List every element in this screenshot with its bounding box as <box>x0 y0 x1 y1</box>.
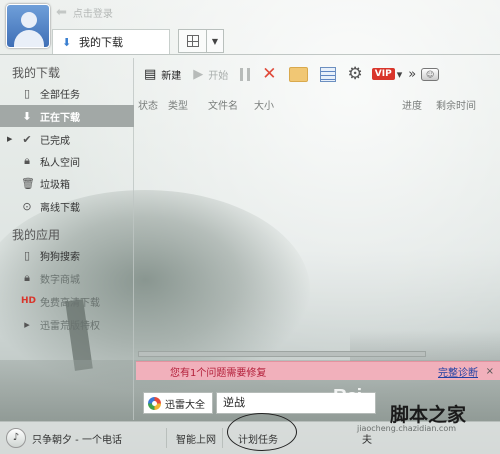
xunlei-all-label: 迅雷大全 <box>165 399 205 411</box>
header-divider <box>0 54 500 55</box>
view-switcher[interactable]: ▼ <box>178 29 224 53</box>
pause-button[interactable] <box>234 62 256 86</box>
download-tab-icon: ⬇ <box>62 35 72 49</box>
sidebar-item-label: 已完成 <box>40 135 70 147</box>
repair-notice-bar: 您有1个问题需要修复 完整诊断 × <box>136 361 500 380</box>
sidebar-item-downloading[interactable]: ⬇ 正在下载 <box>0 105 134 127</box>
full-diagnosis-link[interactable]: 完整诊断 <box>438 364 478 379</box>
sidebar-item-offline-download[interactable]: ⊙ 离线下载 <box>0 195 134 217</box>
back-arrow-icon[interactable]: ⬅ <box>56 5 67 20</box>
double-chevron-right-icon: » <box>408 66 417 82</box>
delete-button[interactable]: ✕ <box>256 62 282 86</box>
smart-internet-button[interactable]: 智能上网 <box>176 431 216 446</box>
settings-button[interactable]: ⚙ <box>342 62 369 86</box>
check-icon: ✔ <box>22 132 32 146</box>
xunlei-logo-icon <box>148 396 161 410</box>
site-url-watermark: jiaocheng.chazidian.com <box>357 424 457 433</box>
sidebar-item-trash[interactable]: 🗑︎ 垃圾箱 <box>0 172 134 194</box>
tab-my-downloads[interactable]: ⬇ 我的下载 <box>52 29 170 54</box>
sidebar-item-label: 私人空间 <box>40 157 80 169</box>
play-icon: ▸ <box>24 317 30 331</box>
offline-download-icon: ⊙ <box>22 199 32 213</box>
column-header-status[interactable]: 状态 <box>138 97 158 112</box>
dropdown-triangle-icon: ▼ <box>211 36 219 46</box>
xunlei-all-button[interactable]: 迅雷大全 <box>143 392 213 414</box>
login-row[interactable]: ⬅ 点击登录 <box>56 5 113 20</box>
sidebar-item-free-hd-download[interactable]: HD 免费高清下载 <box>0 290 134 312</box>
expand-triangle-icon[interactable]: ▶ <box>7 135 12 143</box>
hd-icon: HD <box>21 296 37 306</box>
notice-message: 您有1个问题需要修复 <box>170 367 267 379</box>
status-divider <box>222 428 223 448</box>
sidebar-heading-my-downloads: 我的下载 <box>12 66 61 80</box>
pause-icon <box>240 67 251 81</box>
sidebar-item-label: 全部任务 <box>40 89 80 101</box>
sidebar-item-label: 垃圾箱 <box>40 179 70 191</box>
trash-icon: 🗑︎ <box>21 176 35 190</box>
sidebar-item-dog-search[interactable]: ▯ 狗狗搜索 <box>0 244 134 266</box>
status-divider <box>166 428 167 448</box>
status-more-text: 夫 <box>362 435 372 446</box>
list-icon <box>319 66 336 82</box>
tab-label: 我的下载 <box>79 36 123 49</box>
baidu-watermark: Bai <box>333 386 362 408</box>
column-header-remaining-time[interactable]: 剩余时间 <box>436 97 476 112</box>
music-player-icon[interactable]: ♪ <box>6 428 26 448</box>
chevron-down-icon[interactable]: ▾ <box>397 68 403 81</box>
avatar-body-icon <box>14 30 44 47</box>
lock-icon: 🔒︎ <box>24 271 30 284</box>
site-watermark: 脚本之家 <box>390 404 467 426</box>
sidebar-item-digital-mall[interactable]: 🔒︎ 数字商城 <box>0 267 134 289</box>
more-button[interactable]: » <box>405 62 419 86</box>
login-link[interactable]: 点击登录 <box>73 5 113 20</box>
search-page-icon: ▯ <box>23 248 31 262</box>
new-document-icon: ▤ <box>144 66 157 82</box>
sidebar-item-label: 数字商城 <box>40 274 80 286</box>
gear-icon: ⚙ <box>347 64 363 84</box>
new-task-button[interactable]: ▤ 新建 <box>138 62 187 86</box>
close-icon[interactable]: × <box>486 366 494 377</box>
now-playing-text[interactable]: 只争朝夕 - 一个电话 <box>32 431 122 446</box>
sidebar-item-all-tasks[interactable]: ▯ 全部任务 <box>0 82 134 104</box>
sidebar-item-label: 正在下载 <box>40 112 80 124</box>
task-list-button[interactable] <box>314 62 342 86</box>
vip-badge-icon: VIP <box>371 68 395 80</box>
sidebar-item-label: 迅雷荒版特权 <box>40 320 100 332</box>
skin-icon: ☺ <box>421 67 440 81</box>
column-header-progress[interactable]: 进度 <box>402 97 422 112</box>
annotation-circle <box>227 413 297 451</box>
play-icon: ▶ <box>193 66 204 82</box>
column-header-type[interactable]: 类型 <box>168 97 188 112</box>
sidebar-item-private-space[interactable]: 🔒︎ 私人空间 <box>0 150 134 172</box>
lock-icon: 🔒︎ <box>24 154 30 167</box>
sidebar-heading-my-apps: 我的应用 <box>12 228 61 242</box>
delete-x-icon: ✕ <box>262 64 277 84</box>
download-arrow-icon: ⬇ <box>22 109 32 123</box>
column-header-size[interactable]: 大小 <box>254 97 274 112</box>
column-header-filename[interactable]: 文件名 <box>208 97 238 112</box>
folder-icon <box>288 66 308 82</box>
page-icon: ▯ <box>23 86 31 100</box>
grid-view-button[interactable] <box>179 30 207 52</box>
sidebar-item-label: 狗狗搜索 <box>40 251 80 263</box>
sidebar-item-label: 免费高清下载 <box>40 297 100 309</box>
sidebar-item-completed[interactable]: ▶ ✔ 已完成 <box>0 128 134 150</box>
avatar-head-icon <box>21 12 37 28</box>
user-avatar[interactable] <box>6 4 50 48</box>
open-folder-button[interactable] <box>283 62 314 86</box>
new-task-label: 新建 <box>161 70 182 82</box>
sidebar-item-label: 离线下载 <box>40 202 80 214</box>
start-button[interactable]: ▶ 开始 <box>187 62 234 86</box>
sidebar-item-privilege[interactable]: ▸ 迅雷荒版特权 <box>0 313 134 335</box>
toolbar: ▤ 新建 ▶ 开始 ✕ ⚙ VIP ▾ » ☺ <box>138 60 500 88</box>
sidebar: 我的下载 ▯ 全部任务 ⬇ 正在下载 ▶ ✔ 已完成 🔒︎ 私人空间 🗑︎ 垃圾… <box>0 58 134 420</box>
vip-button[interactable]: VIP ▾ <box>369 62 405 86</box>
start-label: 开始 <box>208 70 229 82</box>
horizontal-scrollbar[interactable] <box>138 351 426 357</box>
view-dropdown-button[interactable]: ▼ <box>207 30 223 52</box>
skin-button[interactable]: ☺ <box>419 62 441 86</box>
grid-icon <box>186 35 199 47</box>
